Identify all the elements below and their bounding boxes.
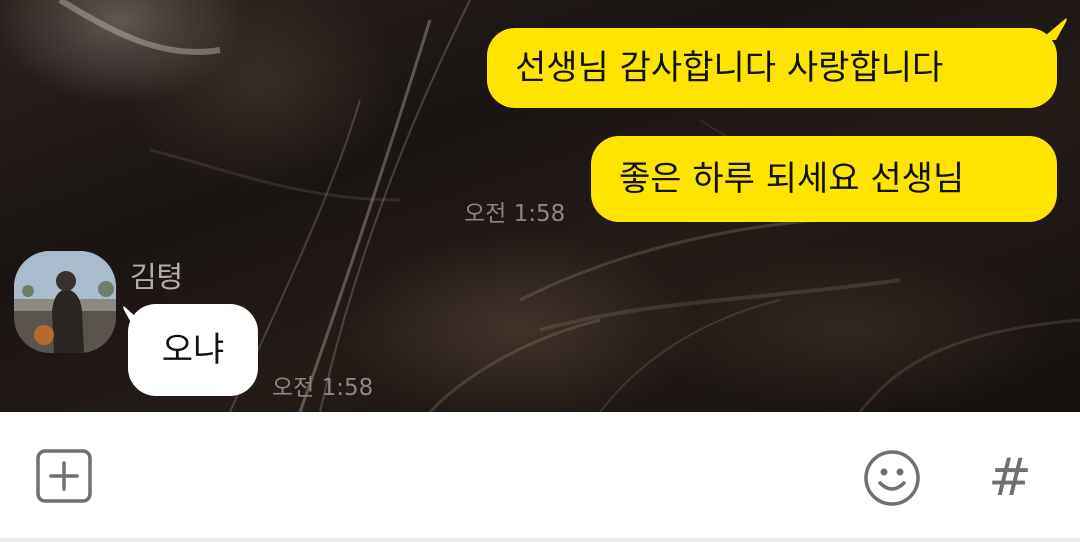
chat-area[interactable]: 선생님 감사합니다 사랑합니다 좋은 하루 되세요 선생님 오전 1:58 김텽… bbox=[0, 0, 1080, 412]
message-timestamp: 오전 1:58 bbox=[464, 201, 566, 227]
hashtag-button[interactable]: # bbox=[980, 448, 1040, 508]
smiley-icon bbox=[864, 450, 920, 506]
hashtag-icon: # bbox=[988, 448, 1032, 508]
message-text: 오냐 bbox=[161, 330, 225, 370]
plus-square-icon bbox=[36, 449, 92, 503]
sent-message-bubble[interactable]: 좋은 하루 되세요 선생님 bbox=[591, 136, 1057, 222]
message-input-bar: # bbox=[0, 412, 1080, 542]
sender-name: 김텽 bbox=[130, 260, 184, 294]
add-button[interactable] bbox=[34, 446, 94, 506]
message-timestamp: 오전 1:58 bbox=[272, 375, 374, 401]
message-text: 선생님 감사합니다 사랑합니다 bbox=[515, 48, 944, 88]
sent-message-bubble[interactable]: 선생님 감사합니다 사랑합니다 bbox=[487, 28, 1057, 108]
message-input[interactable] bbox=[120, 442, 824, 514]
emoji-button[interactable] bbox=[862, 448, 922, 508]
message-text: 좋은 하루 되세요 선생님 bbox=[619, 159, 965, 199]
bubble-tail bbox=[1040, 18, 1067, 40]
profile-photo bbox=[14, 251, 116, 353]
received-message-bubble[interactable]: 오냐 bbox=[128, 304, 258, 396]
avatar[interactable] bbox=[14, 251, 116, 353]
